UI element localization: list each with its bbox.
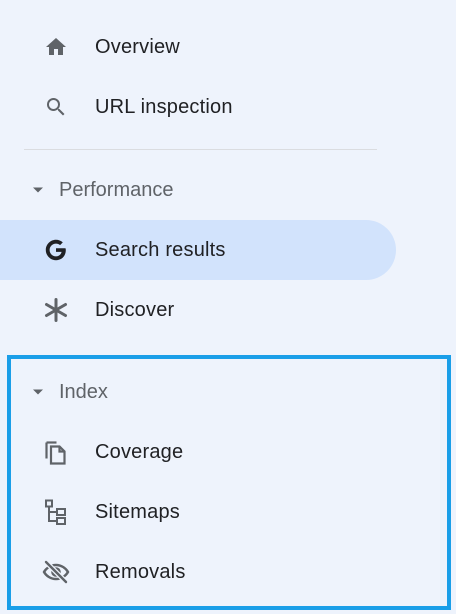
caret-down-icon <box>30 182 46 198</box>
asterisk-icon <box>40 294 72 326</box>
nav-item-sitemaps[interactable]: Sitemaps <box>0 482 396 542</box>
google-g-icon <box>40 234 72 266</box>
nav-item-label: Removals <box>95 560 186 583</box>
nav-item-label: Coverage <box>95 440 184 463</box>
section-header-performance[interactable]: Performance <box>0 170 396 210</box>
nav-item-removals[interactable]: Removals <box>0 542 396 602</box>
home-icon <box>40 31 72 63</box>
nav-item-url-inspection[interactable]: URL inspection <box>0 77 396 137</box>
section-header-label: Performance <box>59 178 174 201</box>
nav-item-label: Search results <box>95 238 226 261</box>
nav-item-overview[interactable]: Overview <box>0 17 396 77</box>
section-header-index[interactable]: Index <box>0 372 396 412</box>
nav-item-label: Overview <box>95 35 180 58</box>
section-header-label: Index <box>59 380 108 403</box>
visibility-off-icon <box>40 556 72 588</box>
nav-item-search-results[interactable]: Search results <box>0 220 396 280</box>
sitemap-icon <box>40 496 72 528</box>
nav-item-label: Sitemaps <box>95 500 180 523</box>
nav-item-label: Discover <box>95 298 175 321</box>
copy-pages-icon <box>40 436 72 468</box>
nav-item-coverage[interactable]: Coverage <box>0 422 396 482</box>
search-icon <box>40 91 72 123</box>
nav-item-discover[interactable]: Discover <box>0 280 396 340</box>
divider <box>24 149 377 150</box>
caret-down-icon <box>30 384 46 400</box>
nav-item-label: URL inspection <box>95 95 233 118</box>
